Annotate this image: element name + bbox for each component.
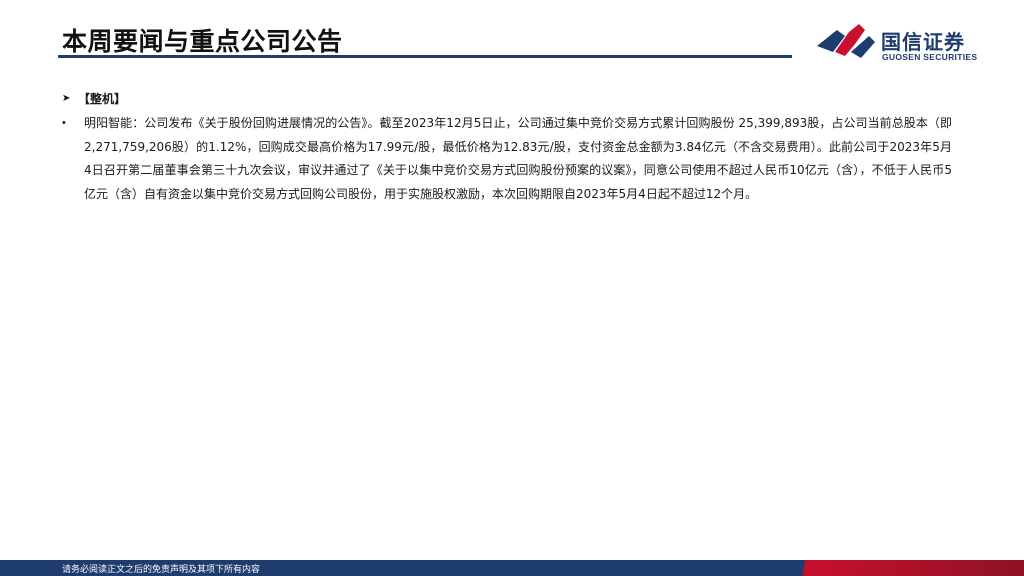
page-title: 本周要闻与重点公司公告 [62, 27, 343, 56]
logo-text-en: GUOSEN SECURITIES [882, 52, 978, 62]
guosen-logo-icon [817, 24, 875, 58]
footer-disclaimer: 请务必阅读正文之后的免责声明及其项下所有内容 [62, 565, 261, 575]
section-label: 【整机】 [78, 92, 127, 106]
bullet-icon: • [62, 117, 66, 129]
title-divider [58, 55, 792, 58]
logo-text-cn: 国信证券 [881, 30, 965, 54]
company-logo: 国信证券 GUOSEN SECURITIES [815, 22, 985, 64]
section-heading: ➤ 【整机】 [62, 90, 126, 107]
arrow-bullet-icon: ➤ [62, 93, 71, 104]
announcement-text: 明阳智能：公司发布《关于股份回购进展情况的公告》。截至2023年12月5日止，公… [84, 116, 952, 201]
footer-accent-stripe [780, 560, 1024, 576]
list-item: • 明阳智能：公司发布《关于股份回购进展情况的公告》。截至2023年12月5日止… [62, 112, 962, 206]
footer-bar: 请务必阅读正文之后的免责声明及其项下所有内容 [0, 560, 1024, 576]
